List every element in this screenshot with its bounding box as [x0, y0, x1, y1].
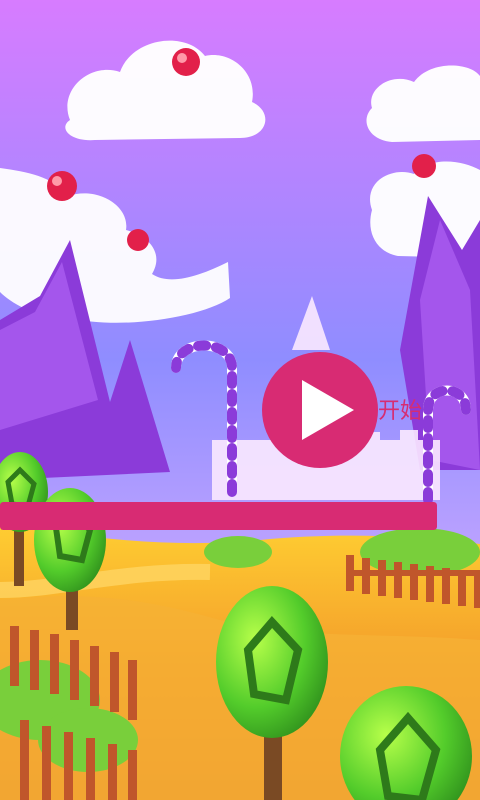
progress-fill — [0, 502, 437, 530]
cherry-icon — [127, 229, 149, 251]
cherry-icon — [172, 48, 200, 76]
play-icon — [262, 352, 378, 468]
start-play-button[interactable] — [262, 352, 378, 468]
cherry-icon — [47, 171, 77, 201]
progress-bar — [0, 502, 437, 530]
start-label[interactable]: 开始 — [378, 400, 422, 424]
cherry-icon — [412, 154, 436, 178]
